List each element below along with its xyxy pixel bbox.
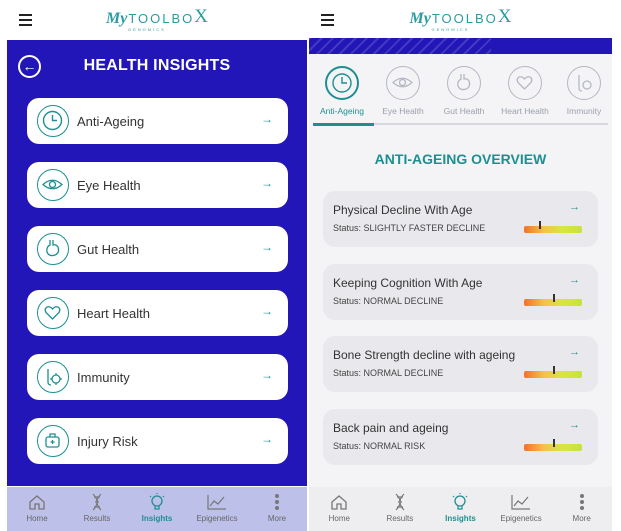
nav-home[interactable]: Home	[309, 487, 370, 531]
dna-icon	[389, 492, 411, 512]
status-text: Status: NORMAL RISK	[333, 441, 426, 451]
nav-home[interactable]: Home	[7, 487, 67, 531]
insight-item-gut-health[interactable]: Gut Health →	[27, 226, 288, 272]
nav-epigenetics[interactable]: Epigenetics	[491, 487, 552, 531]
chart-icon	[510, 492, 532, 512]
arrow-right-icon: →	[569, 346, 580, 358]
hamburger-menu-icon[interactable]	[321, 14, 334, 26]
overview-card[interactable]: Physical Decline With Age Status: SLIGHT…	[323, 191, 598, 247]
arrow-right-icon: →	[261, 112, 273, 126]
arrow-right-icon: →	[261, 368, 273, 382]
lightbulb-icon	[146, 492, 168, 512]
eye-icon	[37, 169, 69, 201]
nav-insights[interactable]: Insights	[127, 487, 187, 531]
header-banner	[309, 38, 612, 54]
immunity-icon	[37, 361, 69, 393]
level-gauge	[524, 366, 582, 378]
lightbulb-icon	[449, 492, 471, 512]
more-dots-icon	[266, 492, 288, 512]
nav-epigenetics[interactable]: Epigenetics	[187, 487, 247, 531]
stomach-icon	[37, 233, 69, 265]
overview-card[interactable]: Back pain and ageing Status: NORMAL RISK…	[323, 409, 598, 465]
app-logo: My TOOLBO X GENOMICS	[409, 6, 512, 32]
status-text: Status: NORMAL DECLINE	[333, 368, 444, 378]
category-tabs: Anti-Ageing Eye Health Gut Health Heart …	[309, 54, 612, 126]
page-title: HEALTH INSIGHTS	[83, 57, 231, 74]
bottom-nav: Home Results Insights Epigenetics More	[7, 487, 307, 531]
heart-icon	[37, 297, 69, 329]
tab-immunity[interactable]: Immunity	[554, 66, 612, 116]
heart-icon	[508, 66, 542, 100]
insight-item-eye-health[interactable]: Eye Health →	[27, 162, 288, 208]
tab-indicator-track	[313, 123, 608, 126]
app-logo: My TOOLBO X GENOMICS	[105, 6, 209, 32]
more-dots-icon	[571, 492, 593, 512]
injury-icon	[37, 425, 69, 457]
gauge-needle	[553, 366, 555, 374]
hamburger-menu-icon[interactable]	[19, 14, 32, 26]
dna-icon	[86, 492, 108, 512]
status-text: Status: NORMAL DECLINE	[333, 296, 444, 306]
tab-eye-health[interactable]: Eye Health	[373, 66, 433, 116]
clock-icon	[325, 66, 359, 100]
home-icon	[26, 492, 48, 512]
nav-insights[interactable]: Insights	[430, 487, 491, 531]
chart-icon	[206, 492, 228, 512]
nav-results[interactable]: Results	[370, 487, 431, 531]
arrow-right-icon: →	[569, 201, 580, 213]
bottom-nav: Home Results Insights Epigenetics More	[309, 487, 612, 531]
nav-more[interactable]: More	[551, 487, 612, 531]
nav-more[interactable]: More	[247, 487, 307, 531]
health-insights-screen: My TOOLBO X GENOMICS ← HEALTH INSIGHTS A…	[7, 0, 307, 531]
arrow-right-icon: →	[261, 304, 273, 318]
insights-panel: ← HEALTH INSIGHTS Anti-Ageing → Eye Heal…	[7, 40, 307, 486]
gauge-needle	[538, 221, 541, 229]
top-bar: My TOOLBO X GENOMICS	[7, 0, 307, 40]
clock-icon	[37, 105, 69, 137]
insight-item-anti-ageing[interactable]: Anti-Ageing →	[27, 98, 288, 144]
insight-item-injury-risk[interactable]: Injury Risk →	[27, 418, 288, 464]
immunity-icon	[567, 66, 601, 100]
overview-card[interactable]: Bone Strength decline with ageing Status…	[323, 336, 598, 392]
anti-ageing-screen: My TOOLBO X GENOMICS Anti-Ageing Eye Hea…	[309, 0, 612, 531]
eye-icon	[386, 66, 420, 100]
arrow-right-icon: →	[569, 274, 580, 286]
arrow-right-icon: →	[261, 176, 273, 190]
arrow-right-icon: →	[261, 240, 273, 254]
insight-item-immunity[interactable]: Immunity →	[27, 354, 288, 400]
stomach-icon	[447, 66, 481, 100]
nav-results[interactable]: Results	[67, 487, 127, 531]
top-bar: My TOOLBO X GENOMICS	[309, 0, 612, 40]
level-gauge	[524, 439, 582, 451]
home-icon	[328, 492, 350, 512]
gauge-needle	[553, 294, 555, 302]
level-gauge	[524, 294, 582, 306]
level-gauge	[524, 221, 582, 233]
gauge-needle	[553, 439, 555, 447]
insight-item-heart-health[interactable]: Heart Health →	[27, 290, 288, 336]
arrow-right-icon: →	[569, 419, 580, 431]
status-text: Status: SLIGHTLY FASTER DECLINE	[333, 223, 486, 233]
section-title: ANTI-AGEING OVERVIEW	[374, 151, 547, 167]
tab-active-indicator	[313, 123, 374, 126]
tab-heart-health[interactable]: Heart Health	[495, 66, 555, 116]
overview-card[interactable]: Keeping Cognition With Age Status: NORMA…	[323, 264, 598, 320]
tab-gut-health[interactable]: Gut Health	[434, 66, 494, 116]
arrow-right-icon: →	[261, 432, 273, 446]
tab-anti-ageing[interactable]: Anti-Ageing	[312, 66, 372, 116]
